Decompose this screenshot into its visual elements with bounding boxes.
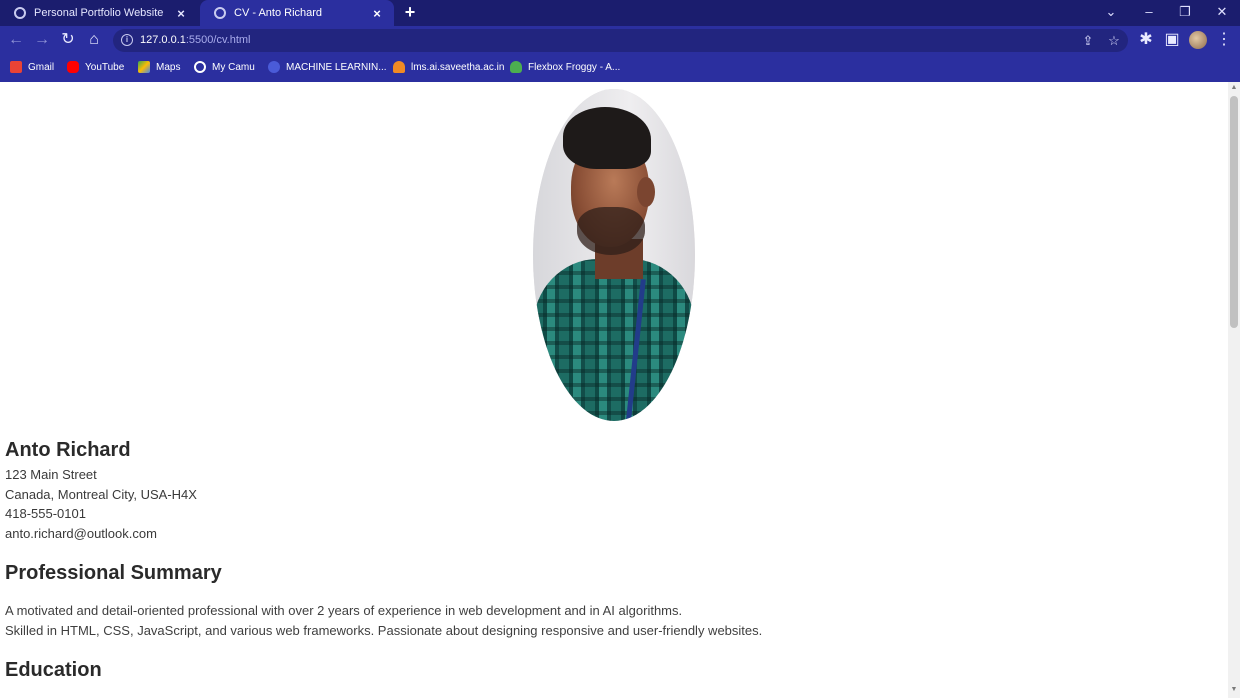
maps-icon — [138, 61, 150, 73]
restore-button[interactable]: ❐ — [1166, 0, 1204, 26]
bookmark-label: YouTube — [85, 61, 125, 73]
bookmark-label: Gmail — [28, 61, 55, 73]
summary-line-2: Skilled in HTML, CSS, JavaScript, and va… — [5, 623, 763, 638]
cv-name-heading: Anto Richard — [5, 439, 131, 461]
tab-title: CV - Anto Richard — [234, 7, 323, 19]
bookmarks-bar: Gmail YouTube Maps My Camu MACHINE LEARN… — [0, 55, 1240, 82]
globe-icon — [214, 7, 226, 19]
reload-button[interactable]: ↻ — [56, 28, 80, 52]
bookmark-label: Maps — [156, 61, 181, 73]
profile-avatar[interactable] — [1189, 31, 1207, 49]
frog-icon — [510, 61, 522, 73]
gmail-icon — [10, 61, 22, 73]
youtube-icon — [67, 61, 79, 73]
home-button[interactable]: ⌂ — [82, 28, 106, 52]
scroll-down-icon[interactable]: ▼ — [1230, 686, 1238, 693]
globe-icon — [268, 61, 280, 73]
cv-phone: 418-555-0101 — [5, 506, 86, 521]
page-viewport: Anto Richard 123 Main Street Canada, Mon… — [0, 82, 1228, 698]
bookmark-gmail[interactable]: Gmail — [10, 61, 54, 73]
page-scrollbar[interactable]: ▲ ▼ — [1228, 82, 1240, 698]
bookmark-label: MACHINE LEARNIN... — [286, 61, 387, 73]
tab-title: Personal Portfolio Website — [34, 7, 164, 19]
address-bar[interactable]: i 127.0.0.1:5500/cv.html ⇪ ☆ — [113, 29, 1128, 52]
lms-icon — [393, 61, 405, 73]
globe-icon — [14, 7, 26, 19]
back-button[interactable]: ← — [4, 28, 28, 52]
tab-strip: Personal Portfolio Website × CV - Anto R… — [0, 0, 1240, 26]
summary-heading: Professional Summary — [5, 562, 222, 584]
close-window-button[interactable]: ✕ — [1203, 0, 1240, 26]
side-panel-icon[interactable]: ▣ — [1160, 28, 1184, 52]
scroll-up-icon[interactable]: ▲ — [1230, 84, 1238, 91]
bookmark-label: My Camu — [212, 61, 255, 73]
bookmark-youtube[interactable]: YouTube — [67, 61, 124, 73]
bookmark-label: Flexbox Froggy - A... — [528, 61, 621, 73]
education-heading: Education — [5, 659, 102, 681]
close-tab-icon[interactable]: × — [370, 6, 384, 21]
tab-personal-portfolio[interactable]: Personal Portfolio Website × — [0, 0, 198, 26]
site-info-icon[interactable]: i — [121, 34, 133, 46]
globe-icon — [194, 61, 206, 73]
share-icon[interactable]: ⇪ — [1077, 30, 1099, 52]
tab-cv[interactable]: CV - Anto Richard × — [200, 0, 394, 26]
bookmark-lms[interactable]: lms.ai.saveetha.ac.in — [393, 61, 504, 73]
minimize-button[interactable]: – — [1130, 0, 1168, 26]
extensions-icon[interactable]: ✱ — [1134, 28, 1158, 52]
tab-search-chevron-icon[interactable]: ⌄ — [1092, 0, 1130, 26]
bookmark-maps[interactable]: Maps — [138, 61, 180, 73]
bookmark-star-icon[interactable]: ☆ — [1103, 30, 1125, 52]
bookmark-flexbox-froggy[interactable]: Flexbox Froggy - A... — [510, 61, 620, 73]
forward-button[interactable]: → — [30, 28, 54, 52]
scrollbar-thumb[interactable] — [1230, 96, 1238, 328]
cv-address-street: 123 Main Street — [5, 467, 97, 482]
bookmark-machine-learning[interactable]: MACHINE LEARNIN... — [268, 61, 387, 73]
new-tab-button[interactable]: + — [400, 3, 420, 23]
close-tab-icon[interactable]: × — [174, 6, 188, 21]
cv-address-city: Canada, Montreal City, USA-H4X — [5, 487, 197, 502]
cv-email: anto.richard@outlook.com — [5, 526, 157, 541]
url-text[interactable]: 127.0.0.1:5500/cv.html — [140, 34, 250, 46]
browser-toolbar: ← → ↻ ⌂ i 127.0.0.1:5500/cv.html ⇪ ☆ ✱ ▣… — [0, 26, 1240, 55]
bookmark-label: lms.ai.saveetha.ac.in — [411, 61, 505, 73]
profile-photo — [533, 89, 695, 421]
summary-line-1: A motivated and detail-oriented professi… — [5, 603, 683, 618]
menu-kebab-icon[interactable]: ⋮ — [1212, 28, 1236, 52]
bookmark-my-camu[interactable]: My Camu — [194, 61, 255, 73]
